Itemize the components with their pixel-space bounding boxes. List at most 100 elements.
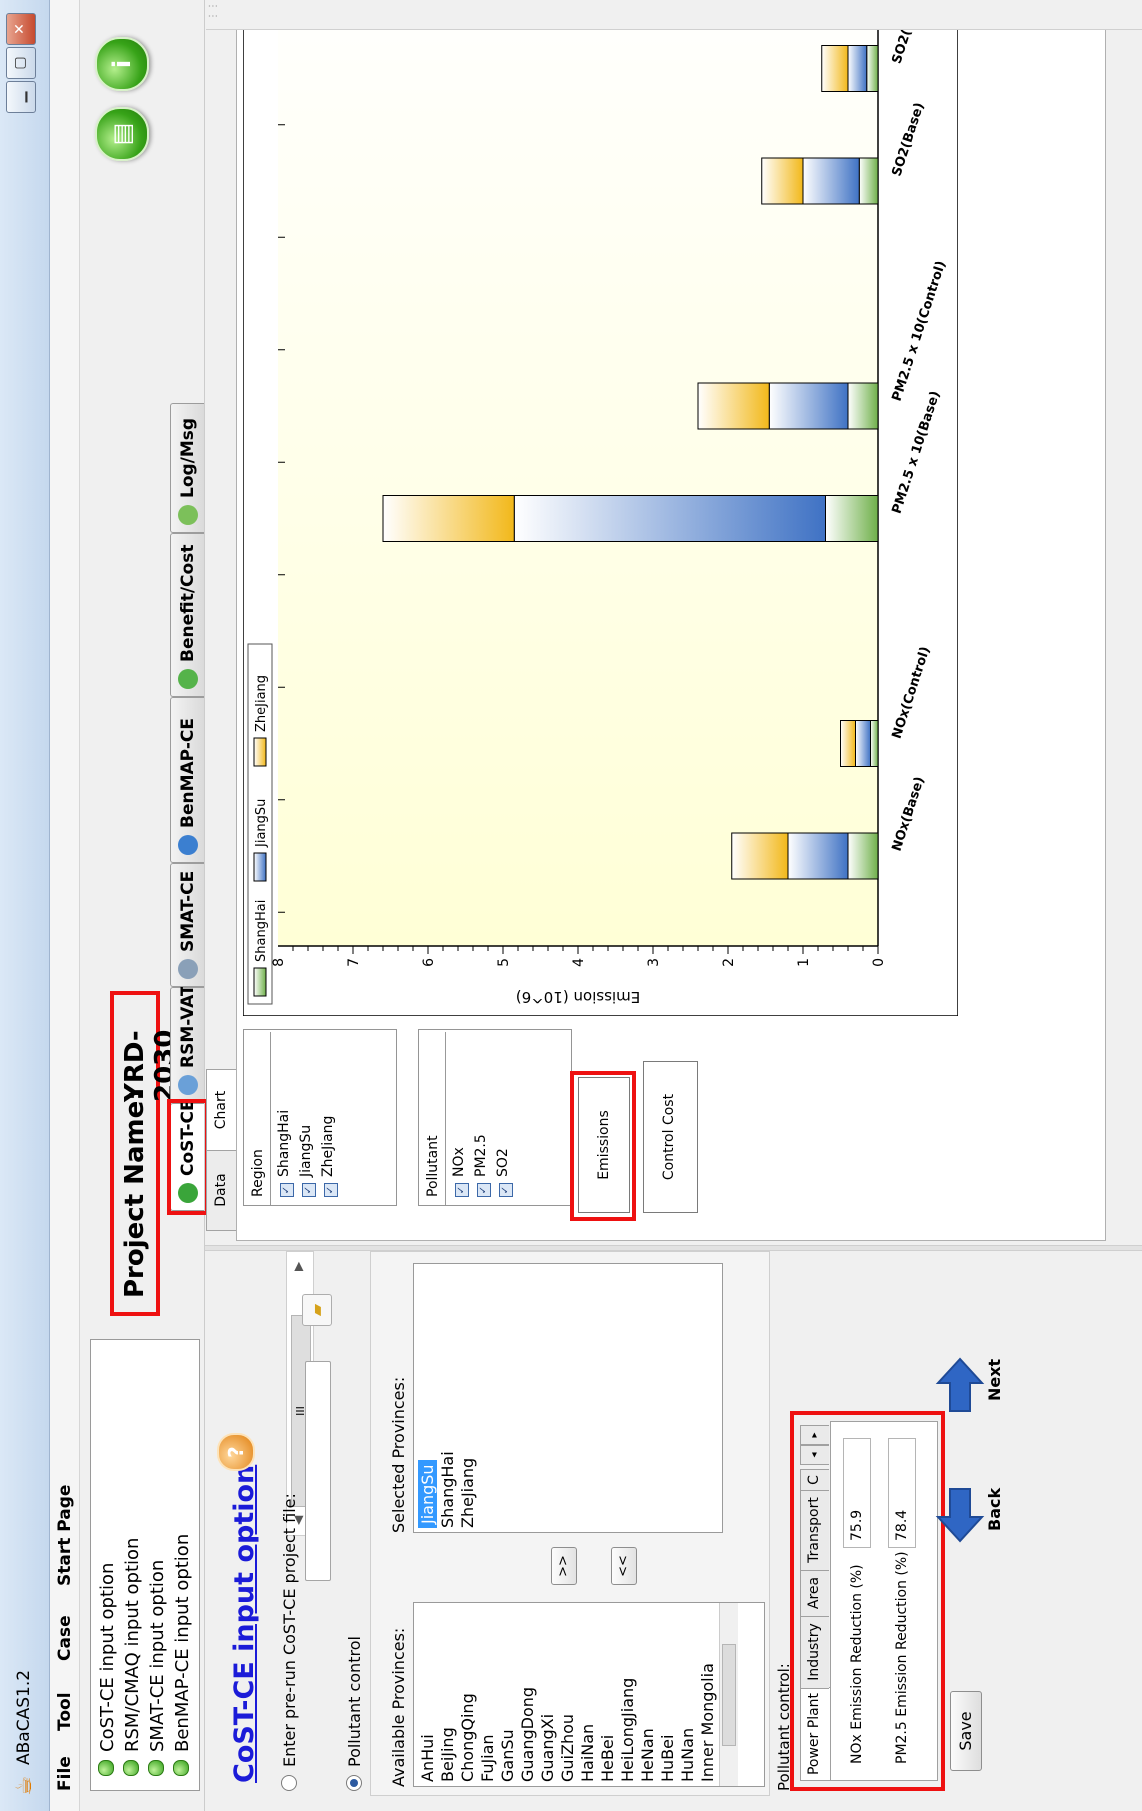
next-button[interactable]: Next (935, 1331, 1005, 1441)
vertical-splitter[interactable] (205, 1245, 1142, 1251)
back-arrow-icon[interactable] (935, 1487, 985, 1543)
available-province-item[interactable]: HeiLongJiang (618, 1678, 637, 1782)
sector-tabs: Power Plant Industry Area Transport C ◂ … (800, 1421, 831, 1781)
option-tree: CoST-CE input option RSM/CMAQ input opti… (90, 1339, 200, 1791)
available-province-item[interactable]: GanSu (498, 1729, 517, 1782)
region-checkbox-item[interactable]: ✓ShangHai (276, 1110, 294, 1197)
tree-item-rsm-cmaq[interactable]: RSM/CMAQ input option (122, 1538, 143, 1776)
close-button[interactable]: ✕ (6, 13, 36, 45)
available-province-item[interactable]: BeiJing (438, 1727, 457, 1782)
pollutant-checkbox-item[interactable]: ✓SO2 (495, 1148, 513, 1197)
content-panel: Data Chart Region ✓ShangHai ✓JiangSu ✓ZheJ… (206, 0, 1142, 1241)
menu-start-page[interactable]: Start Page (55, 1485, 75, 1586)
available-province-item[interactable]: HeBei (598, 1735, 617, 1782)
minimize-button[interactable]: ▁ (6, 81, 36, 113)
available-hscroll[interactable] (719, 1603, 738, 1786)
control-cost-button[interactable]: Control Cost (643, 1061, 698, 1213)
bar-jiangsu (787, 832, 849, 880)
green-dot-icon (123, 1760, 139, 1776)
tab-area[interactable]: Area (800, 1569, 829, 1617)
next-arrow-icon[interactable] (935, 1357, 985, 1413)
pollutant-checkbox-item[interactable]: ✓PM2.5 (473, 1134, 491, 1197)
tab-chart[interactable]: Chart (206, 1069, 237, 1151)
next-label: Next (985, 1358, 1004, 1401)
available-province-item[interactable]: HuBei (658, 1735, 677, 1782)
tab-scroll-left-icon[interactable]: ◂ (800, 1445, 829, 1465)
tab-smat-ce[interactable]: SMAT-CE (170, 863, 204, 987)
available-province-item[interactable]: ChongQing (458, 1693, 477, 1782)
selected-province-item[interactable]: ShangHai (438, 1451, 457, 1528)
pm25-reduction-input[interactable]: 78.4 (888, 1438, 916, 1548)
radio-selected-icon[interactable] (346, 1775, 362, 1791)
maximize-button[interactable]: ▢ (6, 47, 36, 79)
available-province-item[interactable]: HaiNan (578, 1724, 597, 1782)
bar-zhejiang (697, 382, 770, 430)
open-folder-icon[interactable]: ▰ (302, 1294, 332, 1326)
checkbox-icon[interactable]: ✓ (477, 1183, 491, 1197)
selected-province-item[interactable]: JiangSu (418, 1460, 437, 1528)
tree-item-cost-ce[interactable]: CoST-CE input option (97, 1563, 118, 1776)
checkbox-icon[interactable]: ✓ (280, 1183, 294, 1197)
pollutant-checkbox-item[interactable]: ✓NOx (451, 1147, 469, 1197)
selected-provinces-list[interactable]: JiangSu ShangHai ZheJiang (413, 1263, 723, 1533)
region-checkbox-item[interactable]: ✓ZheJiang (320, 1116, 338, 1197)
info-icon[interactable]: i (95, 37, 149, 91)
emissions-button[interactable]: Emissions (578, 1077, 630, 1213)
checkbox-icon[interactable]: ✓ (499, 1183, 513, 1197)
book-icon[interactable]: ▤ (95, 107, 149, 161)
region-checkbox-item[interactable]: ✓JiangSu (298, 1125, 316, 1197)
tab-c[interactable]: C (800, 1469, 829, 1491)
java-app-icon: ☕ (12, 1776, 37, 1796)
tree-item-benmap-ce[interactable]: BenMAP-CE input option (172, 1534, 193, 1776)
cost-ce-input-option-link[interactable]: CoST-CE input option (229, 1465, 260, 1783)
help-icon[interactable]: ? (217, 1433, 255, 1471)
available-province-item[interactable]: HeNan (638, 1728, 657, 1782)
available-province-item[interactable]: AnHui (418, 1734, 437, 1782)
y-tick-label: 8 (271, 958, 287, 967)
available-province-item[interactable]: GuangXi (538, 1714, 557, 1782)
right-strip: ⋮⋮ (206, 0, 1142, 30)
tab-power-plant[interactable]: Power Plant (800, 1687, 831, 1781)
available-province-item[interactable]: GuiZhou (558, 1714, 577, 1782)
y-tick-label: 5 (496, 958, 512, 967)
checkbox-icon[interactable]: ✓ (302, 1183, 316, 1197)
tab-benmap-ce[interactable]: BenMAP-CE (170, 697, 204, 863)
legend-swatch-jiangsu (253, 852, 267, 882)
checkbox-icon[interactable]: ✓ (455, 1183, 469, 1197)
emissions-highlight: Emissions (570, 1071, 636, 1221)
pollutant-control-radio[interactable]: Pollutant control (345, 1636, 364, 1791)
tree-item-smat-ce[interactable]: SMAT-CE input option (147, 1560, 168, 1776)
tab-log-msg[interactable]: Log/Msg (170, 403, 204, 533)
project-name-highlight: Project Name: YRD-2030 (110, 991, 180, 1316)
available-province-item[interactable]: FuJian (478, 1734, 497, 1782)
back-button[interactable]: Back (935, 1461, 1005, 1571)
menu-case[interactable]: Case (55, 1615, 75, 1661)
pollutant-control-highlight: Power Plant Industry Area Transport C ◂ … (790, 1411, 945, 1791)
menu-file[interactable]: File (55, 1756, 75, 1791)
nox-reduction-input[interactable]: 75.9 (843, 1438, 871, 1548)
tab-transport[interactable]: Transport (800, 1489, 829, 1571)
tab-industry[interactable]: Industry (800, 1615, 829, 1689)
tab-rsm-vat[interactable]: RSM-VAT (170, 984, 204, 1103)
radio-icon[interactable] (281, 1775, 297, 1791)
menu-tool[interactable]: Tool (55, 1692, 75, 1731)
move-right-button[interactable]: >> (551, 1547, 577, 1585)
available-province-item[interactable]: HuNan (678, 1728, 697, 1782)
available-province-item[interactable]: GuangDong (518, 1687, 537, 1782)
pollutant-header: Pollutant (425, 1135, 441, 1197)
tab-scroll-right-icon[interactable]: ▸ (800, 1425, 829, 1445)
prerun-radio[interactable]: Enter pre-run CoST-CE project file: (280, 1493, 299, 1791)
tab-data[interactable]: Data (206, 1149, 237, 1231)
available-provinces-list[interactable]: AnHui BeiJing ChongQing FuJian GanSu GuangDon… (413, 1602, 765, 1787)
available-province-item[interactable]: Inner Mongolia (698, 1663, 717, 1782)
save-button[interactable]: Save (950, 1691, 982, 1771)
tab-benefit-cost[interactable]: Benefit/Cost (170, 533, 204, 697)
checkbox-icon[interactable]: ✓ (324, 1183, 338, 1197)
bar-shanghai (847, 382, 879, 430)
resize-grip-icon[interactable]: ⋮⋮ (208, 1, 219, 21)
prerun-file-input[interactable] (305, 1361, 331, 1581)
selected-province-item[interactable]: ZheJiang (458, 1458, 477, 1528)
bar-jiangsu (513, 495, 826, 542)
scroll-right-icon[interactable]: ▶ (291, 1262, 305, 1271)
move-left-button[interactable]: << (611, 1547, 637, 1585)
